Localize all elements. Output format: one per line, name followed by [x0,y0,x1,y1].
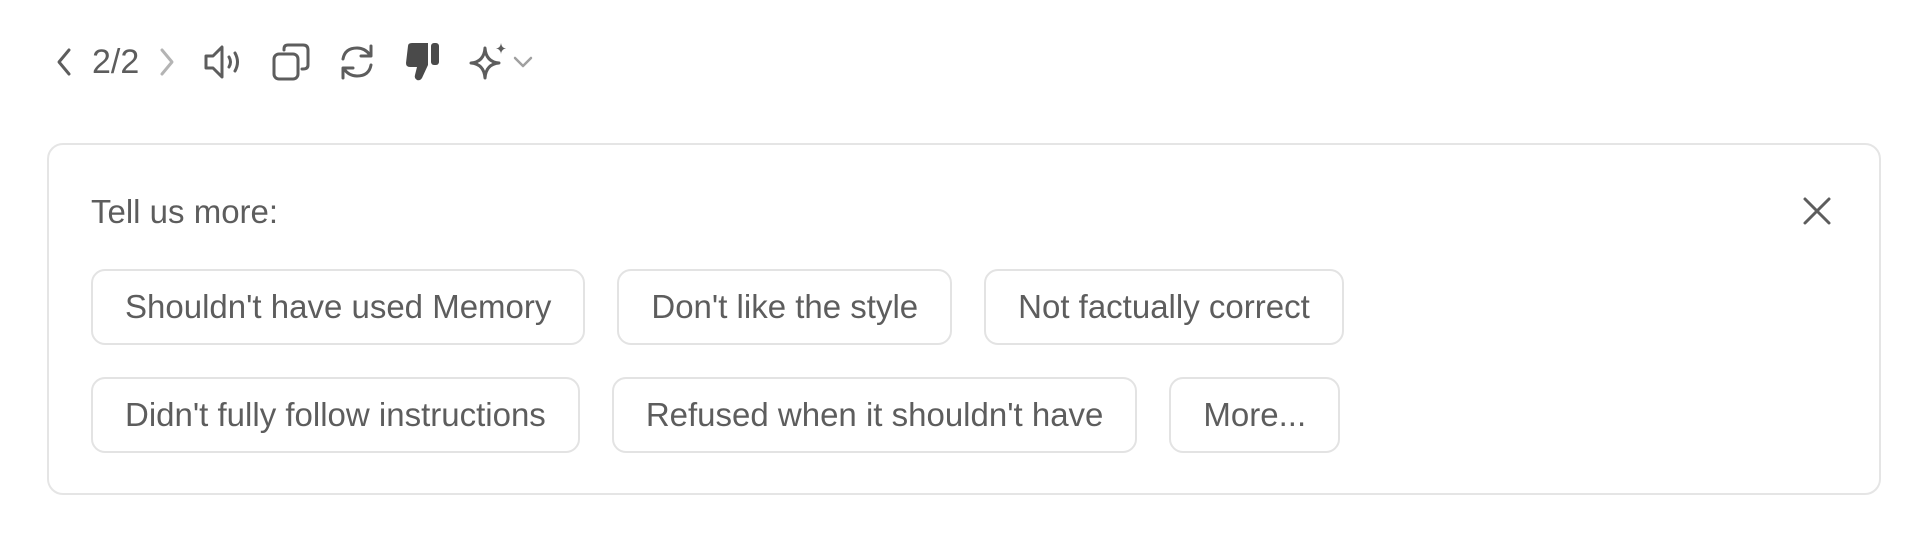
response-pager: 2/2 [92,43,140,81]
feedback-options-row-1: Shouldn't have used Memory Don't like th… [91,269,1344,345]
feedback-panel: Tell us more: Shouldn't have used Memory… [47,143,1881,495]
previous-response-button[interactable] [46,36,82,88]
refresh-icon [341,44,373,80]
close-feedback-button[interactable] [1795,189,1839,233]
copy-button[interactable] [265,36,317,88]
read-aloud-button[interactable] [199,36,251,88]
message-action-bar: 2/2 [46,36,539,88]
feedback-options-row-2: Didn't fully follow instructions Refused… [91,377,1341,453]
copy-icon [272,43,310,81]
feedback-option-refused[interactable]: Refused when it shouldn't have [611,377,1138,453]
switch-model-button[interactable] [463,36,539,88]
chevron-left-icon [57,48,71,76]
speaker-icon [204,45,240,79]
sparkle-icon [469,43,507,80]
bad-response-button[interactable] [397,36,449,88]
feedback-option-factual[interactable]: Not factually correct [984,269,1344,345]
feedback-option-more[interactable]: More... [1169,377,1341,453]
chevron-down-icon [514,56,533,68]
thumbs-down-filled-icon [406,43,440,81]
chevron-right-icon [160,48,174,76]
regenerate-button[interactable] [331,36,383,88]
feedback-option-style[interactable]: Don't like the style [617,269,953,345]
feedback-option-instructions[interactable]: Didn't fully follow instructions [91,377,580,453]
close-icon [1803,197,1831,225]
next-response-button[interactable] [149,36,185,88]
feedback-option-memory[interactable]: Shouldn't have used Memory [91,269,586,345]
feedback-title: Tell us more: [91,193,279,230]
